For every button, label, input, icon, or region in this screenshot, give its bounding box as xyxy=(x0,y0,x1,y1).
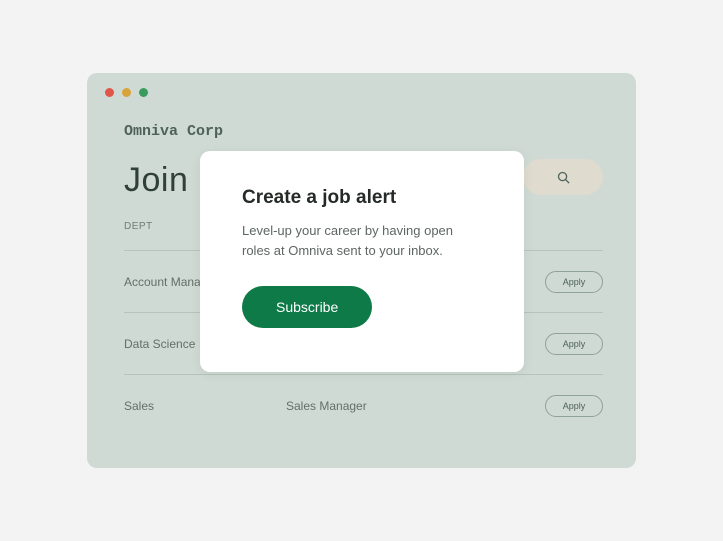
apply-button[interactable]: Apply xyxy=(545,271,603,293)
role-cell: Sales Manager xyxy=(286,399,545,413)
apply-button[interactable]: Apply xyxy=(545,395,603,417)
table-row: Sales Sales Manager Apply xyxy=(124,374,603,436)
company-name: Omniva Corp xyxy=(124,123,223,140)
subscribe-button[interactable]: Subscribe xyxy=(242,286,372,328)
modal-body: Level-up your career by having open role… xyxy=(242,221,482,260)
modal-title: Create a job alert xyxy=(242,187,482,209)
job-alert-modal: Create a job alert Level-up your career … xyxy=(200,151,524,372)
window-minimize-icon[interactable] xyxy=(122,88,131,97)
dept-cell: Sales xyxy=(124,399,286,413)
apply-button[interactable]: Apply xyxy=(545,333,603,355)
window-close-icon[interactable] xyxy=(105,88,114,97)
app-window: Omniva Corp Join u DEPT Account Manag Ap… xyxy=(87,73,636,468)
search-icon xyxy=(556,170,571,185)
search-button[interactable] xyxy=(523,159,603,195)
window-expand-icon[interactable] xyxy=(139,88,148,97)
window-controls xyxy=(105,88,148,97)
